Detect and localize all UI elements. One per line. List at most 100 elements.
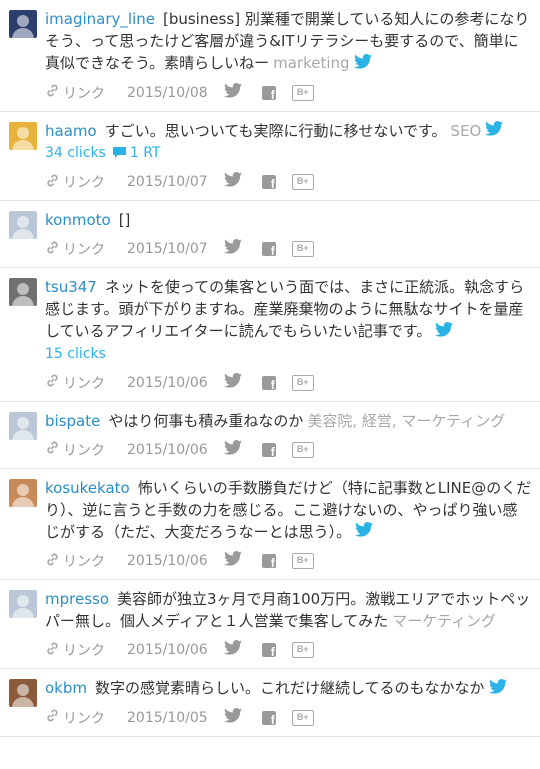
link-icon	[45, 173, 63, 192]
entry-meta: リンク 2015/10/07 B+	[45, 231, 532, 267]
link-label: リンク	[63, 710, 105, 727]
link-label: リンク	[63, 175, 105, 191]
twitter-icon[interactable]	[355, 521, 374, 543]
username-link[interactable]: konmoto	[45, 211, 111, 229]
twitter-icon[interactable]	[485, 120, 504, 142]
tags[interactable]: マーケティング	[392, 612, 496, 630]
tweet-share-icon[interactable]	[223, 439, 244, 460]
tweet-share-icon[interactable]	[223, 551, 244, 571]
entry-date: 2015/10/08	[127, 84, 208, 101]
hatena-bookmark-add-icon[interactable]: B+	[291, 441, 314, 458]
twitter-icon[interactable]	[488, 678, 507, 700]
link-icon	[45, 440, 63, 459]
comment-text: haamo すごい。思いついても実際に行動に移せないです。 SEO	[45, 120, 532, 143]
facebook-share-icon[interactable]	[261, 375, 276, 392]
comment-text: imaginary_line [business] 別業種で開業している知人にの参…	[45, 8, 532, 75]
link-label: リンク	[63, 442, 105, 459]
avatar[interactable]	[9, 211, 37, 239]
hatena-bookmark-add-icon[interactable]: B+	[291, 553, 314, 569]
permalink[interactable]: リンク	[45, 551, 105, 571]
username-link[interactable]: mpresso	[45, 590, 109, 608]
username-link[interactable]: tsu347	[45, 278, 97, 296]
comment-body: 数字の感覚素晴らしい。これだけ継続してるのもなかなか	[95, 679, 485, 697]
facebook-share-icon[interactable]	[261, 242, 276, 258]
twitter-icon[interactable]	[353, 53, 372, 75]
clicks-count[interactable]: 15 clicks	[45, 346, 106, 362]
link-icon	[45, 373, 63, 392]
comment-entry: haamo すごい。思いついても実際に行動に移せないです。 SEO 34 clicks…	[0, 112, 540, 201]
hatena-bookmark-add-icon[interactable]: B+	[291, 241, 314, 257]
avatar[interactable]	[9, 10, 37, 38]
entry-meta: リンク 2015/10/06 B+	[45, 432, 532, 468]
facebook-share-icon[interactable]	[261, 442, 276, 459]
hatena-bookmark-add-icon[interactable]: B+	[291, 642, 314, 658]
comment-entry: tsu347 ネットを使っての集客という面では、まさに正統派。執念すら感じます。頭…	[0, 268, 540, 402]
entry-date: 2015/10/07	[127, 241, 208, 257]
tweet-share-icon[interactable]	[223, 82, 244, 103]
permalink[interactable]: リンク	[45, 172, 105, 192]
link-icon	[45, 240, 63, 259]
tags[interactable]: marketing	[273, 54, 349, 72]
permalink[interactable]: リンク	[45, 640, 105, 660]
entry-date: 2015/10/06	[127, 374, 208, 391]
comment-entry: okbm 数字の感覚素晴らしい。これだけ継続してるのもなかなかリンク 2015/10…	[0, 669, 540, 737]
permalink[interactable]: リンク	[45, 239, 105, 259]
hatena-bookmark-add-icon[interactable]: B+	[291, 84, 314, 101]
permalink[interactable]: リンク	[45, 440, 105, 460]
username-link[interactable]: bispate	[45, 412, 100, 430]
tweet-share-icon[interactable]	[223, 707, 244, 728]
comment-entry: konmoto [] リンク 2015/10/07 B+	[0, 201, 540, 268]
entry-meta: リンク 2015/10/06 B+	[45, 632, 532, 668]
comment-text: mpresso 美容師が独立3ヶ月で月商100万円。激戦エリアでホットペッパー無し…	[45, 588, 532, 632]
comment-entry: bispate やはり何事も積み重ねなのか 美容院, 経営, マーケティングリンク 2…	[0, 402, 540, 469]
username-link[interactable]: okbm	[45, 679, 87, 697]
facebook-share-icon[interactable]	[261, 643, 276, 659]
avatar[interactable]	[9, 679, 37, 707]
entry-meta: リンク 2015/10/08 B+	[45, 75, 532, 111]
entry-date: 2015/10/05	[127, 709, 208, 726]
facebook-share-icon[interactable]	[261, 85, 276, 102]
bookmark-comment-list: imaginary_line [business] 別業種で開業している知人にの参…	[0, 0, 540, 737]
link-label: リンク	[63, 375, 105, 392]
comment-body: すごい。思いついても実際に行動に移せないです。	[104, 121, 447, 140]
tweet-share-icon[interactable]	[223, 640, 244, 660]
permalink[interactable]: リンク	[45, 708, 105, 728]
tweet-share-icon[interactable]	[223, 172, 244, 192]
username-link[interactable]: haamo	[45, 122, 97, 140]
clicks-count[interactable]: 34 clicks	[45, 145, 106, 161]
comment-text: konmoto []	[45, 209, 532, 231]
comment-text: tsu347 ネットを使っての集客という面では、まさに正統派。執念すら感じます。頭…	[45, 276, 532, 343]
tags[interactable]: SEO	[451, 122, 482, 140]
tweet-share-icon[interactable]	[223, 372, 244, 393]
hatena-bookmark-add-icon[interactable]: B+	[291, 374, 314, 391]
entry-meta: リンク 2015/10/07 B+	[45, 164, 532, 200]
link-label: リンク	[63, 242, 105, 258]
permalink[interactable]: リンク	[45, 83, 105, 103]
hatena-bookmark-add-icon[interactable]: B+	[291, 709, 314, 726]
link-icon	[45, 641, 63, 660]
comment-text: bispate やはり何事も積み重ねなのか 美容院, 経営, マーケティング	[45, 410, 532, 432]
twitter-icon[interactable]	[435, 321, 454, 343]
avatar[interactable]	[9, 411, 37, 440]
link-label: リンク	[63, 85, 105, 102]
username-link[interactable]: imaginary_line	[45, 10, 155, 28]
tags[interactable]: 美容院, 経営, マーケティング	[307, 412, 505, 430]
entry-meta: リンク 2015/10/06 B+	[45, 543, 532, 579]
avatar[interactable]	[9, 121, 37, 150]
facebook-share-icon[interactable]	[261, 710, 276, 727]
facebook-share-icon[interactable]	[261, 175, 276, 191]
tweet-share-icon[interactable]	[223, 239, 244, 259]
hatena-bookmark-add-icon[interactable]: B+	[291, 174, 314, 190]
entry-date: 2015/10/06	[127, 642, 208, 658]
comment-body: やはり何事も積み重ねなのか	[108, 411, 304, 430]
link-icon	[45, 552, 63, 571]
username-link[interactable]: kosukekato	[45, 479, 130, 497]
avatar[interactable]	[9, 278, 37, 306]
facebook-share-icon[interactable]	[261, 554, 276, 570]
entry-date: 2015/10/06	[127, 553, 208, 569]
retweet-count[interactable]: 1 RT	[112, 145, 160, 161]
avatar[interactable]	[9, 590, 37, 618]
entry-meta: リンク 2015/10/05 B+	[45, 700, 532, 736]
permalink[interactable]: リンク	[45, 373, 105, 393]
avatar[interactable]	[9, 478, 37, 507]
